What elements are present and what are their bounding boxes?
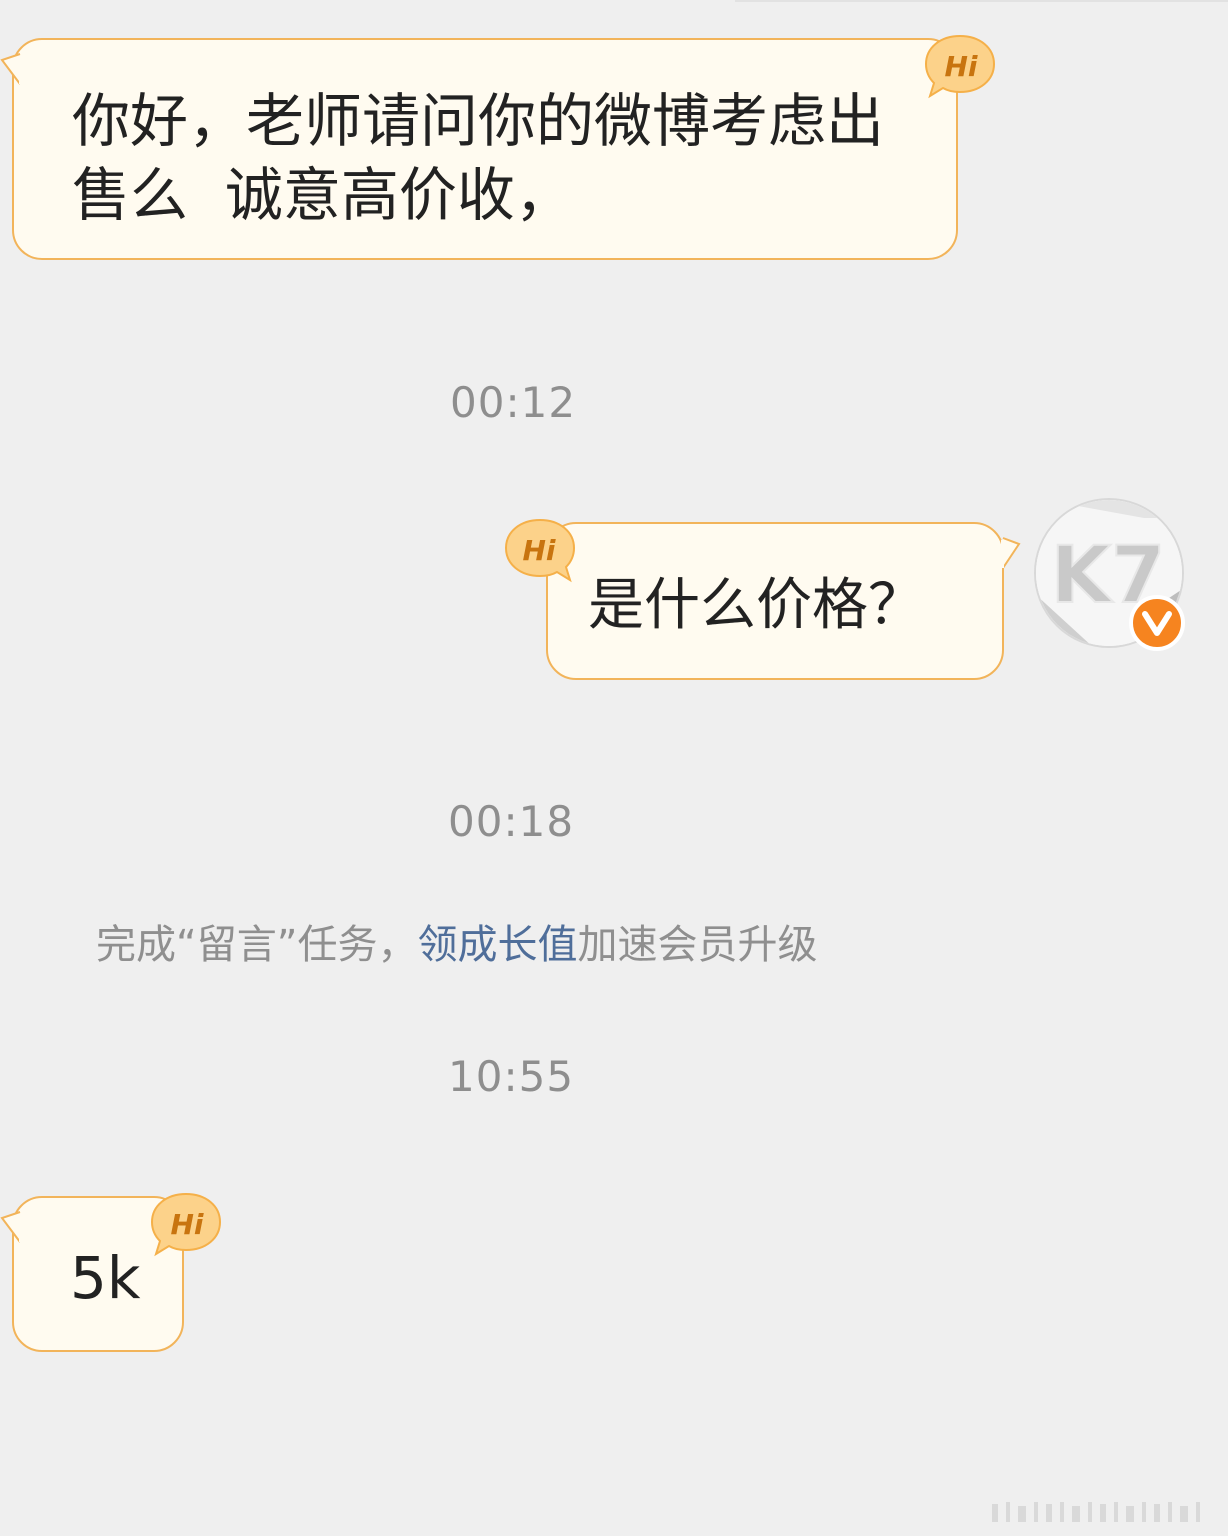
message-text: 是什么价格？ — [588, 573, 924, 638]
notice-prefix: 完成“留言”任务， — [96, 922, 418, 968]
timestamp-2: 00:18 — [448, 797, 575, 846]
hi-badge-icon: Hi — [504, 516, 576, 583]
grow-value-link[interactable]: 领成长值 — [417, 922, 577, 968]
watermark-strip — [992, 1502, 1200, 1522]
bubble-tail-right — [1001, 537, 1021, 569]
verified-badge-icon — [1128, 594, 1186, 652]
hi-badge-label: Hi — [944, 50, 977, 83]
message-bubble-outgoing-1[interactable]: 是什么价格？ — [546, 522, 1004, 680]
hi-badge-label: Hi — [522, 534, 555, 567]
bubble-tail-left — [0, 1211, 22, 1243]
top-divider — [735, 0, 1228, 2]
timestamp-3: 10:55 — [448, 1052, 575, 1101]
hi-badge-icon: Hi — [150, 1190, 222, 1257]
hi-badge-icon: Hi — [924, 32, 996, 99]
bubble-tail-left — [0, 53, 22, 85]
notice-suffix: 加速会员升级 — [577, 922, 818, 968]
chat-screen: 你好，老师请问你的微博考虑出 售么 诚意高价收， Hi 00:12 是什么价格？… — [0, 0, 1228, 1536]
message-line-2: 售么 诚意高价收， — [72, 161, 573, 229]
system-notice: 完成“留言”任务，领成长值加速会员升级 — [96, 912, 817, 970]
timestamp-1: 00:12 — [450, 378, 577, 427]
message-bubble-incoming-1[interactable]: 你好，老师请问你的微博考虑出 售么 诚意高价收， — [12, 38, 958, 260]
message-line-1: 你好，老师请问你的微博考虑出 — [72, 87, 885, 155]
hi-badge-label: Hi — [170, 1208, 203, 1241]
